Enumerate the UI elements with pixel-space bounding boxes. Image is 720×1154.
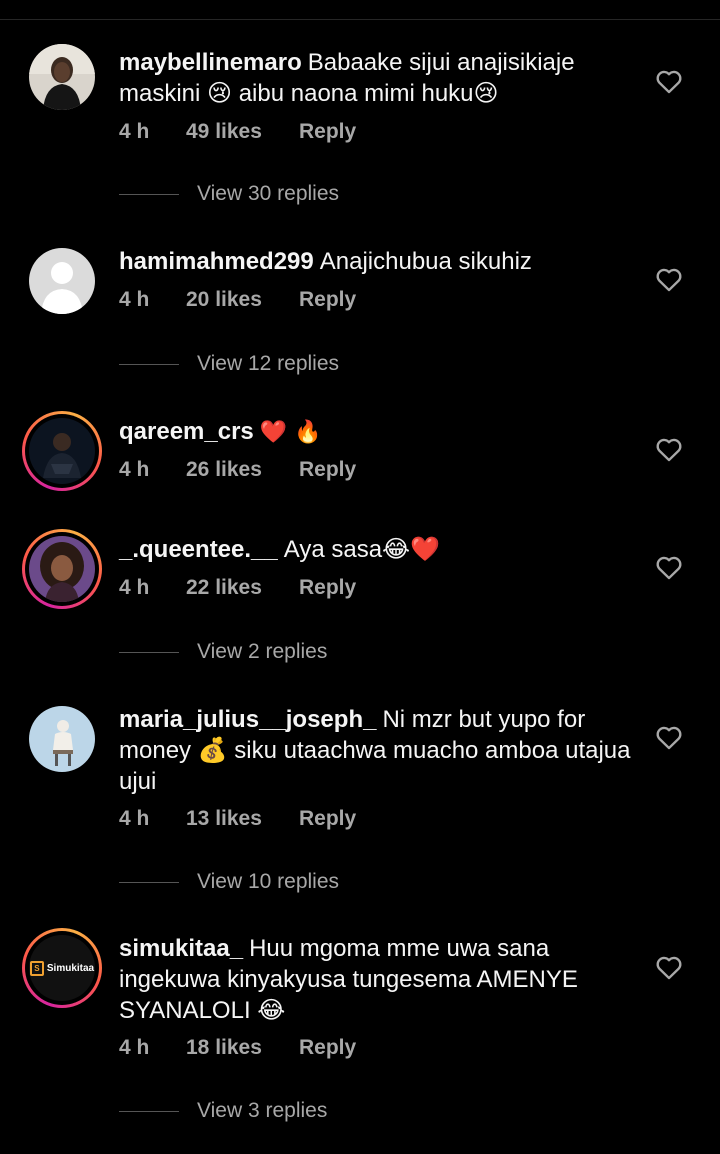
top-divider	[0, 19, 720, 20]
username[interactable]: hamimahmed299	[119, 248, 314, 275]
timestamp: 4 h	[119, 458, 150, 481]
timestamp: 4 h	[119, 288, 150, 311]
view-replies-label: View 2 replies	[197, 640, 328, 663]
comment-text: maria_julius__joseph_ Ni mzr but yupo for…	[119, 704, 639, 797]
likes-count[interactable]: 22 likes	[186, 576, 299, 600]
reply-button[interactable]: Reply	[299, 288, 356, 312]
reply-button[interactable]: Reply	[299, 458, 356, 482]
avatar[interactable]: S Simukitaa	[22, 928, 102, 1008]
avatar[interactable]	[22, 37, 102, 117]
logo-text: Simukitaa	[46, 962, 95, 974]
heart-icon[interactable]	[655, 724, 683, 750]
logo-mark: S Simukitaa	[29, 960, 95, 976]
avatar[interactable]	[22, 529, 102, 609]
comment-body: Anajichubua sikuhiz	[319, 248, 532, 275]
divider-line	[119, 881, 179, 883]
comment-text: _.queentee.__ Aya sasa😂❤️	[119, 534, 639, 565]
comment-meta: 4 h 22 likes Reply	[119, 576, 356, 600]
logo-s-icon: S	[29, 960, 44, 976]
timestamp: 4 h	[119, 576, 150, 599]
comment-meta: 4 h 18 likes Reply	[119, 1036, 356, 1060]
comment-meta: 4 h 49 likes Reply	[119, 120, 356, 144]
reply-button[interactable]: Reply	[299, 807, 356, 831]
simukitaa-logo-icon: S Simukitaa	[29, 935, 95, 1001]
view-replies-label: View 30 replies	[197, 182, 340, 205]
view-replies-label: View 3 replies	[197, 1099, 328, 1122]
username[interactable]: qareem_crs	[119, 418, 254, 445]
username[interactable]: simukitaa_	[119, 935, 243, 962]
username[interactable]: maybellinemaro	[119, 49, 302, 76]
avatar[interactable]	[22, 241, 102, 321]
heart-icon[interactable]	[655, 266, 683, 292]
timestamp: 4 h	[119, 807, 150, 830]
avatar[interactable]	[22, 699, 102, 779]
divider-line	[119, 1110, 179, 1112]
timestamp: 4 h	[119, 1036, 150, 1059]
reply-button[interactable]: Reply	[299, 576, 356, 600]
view-replies-button[interactable]: View 3 replies	[119, 1099, 327, 1123]
comment-text: qareem_crs ❤️ 🔥	[119, 416, 639, 448]
profile-photo-figure-icon	[29, 706, 95, 772]
likes-count[interactable]: 49 likes	[186, 120, 299, 144]
avatar[interactable]	[22, 411, 102, 491]
view-replies-label: View 12 replies	[197, 352, 340, 375]
comment-body: Aya sasa😂❤️	[283, 536, 440, 563]
divider-line	[119, 363, 179, 365]
profile-photo-woman-icon	[29, 536, 95, 602]
reply-button[interactable]: Reply	[299, 120, 356, 144]
comment-meta: 4 h 13 likes Reply	[119, 807, 356, 831]
view-replies-button[interactable]: View 30 replies	[119, 182, 339, 206]
profile-photo-man-icon	[29, 418, 95, 484]
comment-text: maybellinemaro Babaake sijui anajisikiaje…	[119, 47, 639, 109]
comment-meta: 4 h 20 likes Reply	[119, 288, 356, 312]
default-avatar-icon	[29, 248, 95, 314]
heart-icon[interactable]	[655, 554, 683, 580]
heart-icon[interactable]	[655, 954, 683, 980]
likes-count[interactable]: 26 likes	[186, 458, 299, 482]
view-replies-button[interactable]: View 12 replies	[119, 352, 339, 376]
likes-count[interactable]: 20 likes	[186, 288, 299, 312]
profile-photo-woman-icon	[29, 44, 95, 110]
heart-icon[interactable]	[655, 68, 683, 94]
timestamp: 4 h	[119, 120, 150, 143]
divider-line	[119, 193, 179, 195]
comment-text: simukitaa_ Huu mgoma mme uwa sana ingekuw…	[119, 933, 639, 1026]
comment-body: ❤️ 🔥	[259, 420, 322, 445]
likes-count[interactable]: 18 likes	[186, 1036, 299, 1060]
view-replies-button[interactable]: View 2 replies	[119, 640, 327, 664]
view-replies-button[interactable]: View 10 replies	[119, 870, 339, 894]
view-replies-label: View 10 replies	[197, 870, 340, 893]
heart-icon[interactable]	[655, 436, 683, 462]
divider-line	[119, 651, 179, 653]
reply-button[interactable]: Reply	[299, 1036, 356, 1060]
likes-count[interactable]: 13 likes	[186, 807, 299, 831]
comment-meta: 4 h 26 likes Reply	[119, 458, 356, 482]
username[interactable]: _.queentee.__	[119, 536, 278, 563]
username[interactable]: maria_julius__joseph_	[119, 706, 376, 733]
comment-text: hamimahmed299 Anajichubua sikuhiz	[119, 246, 639, 277]
